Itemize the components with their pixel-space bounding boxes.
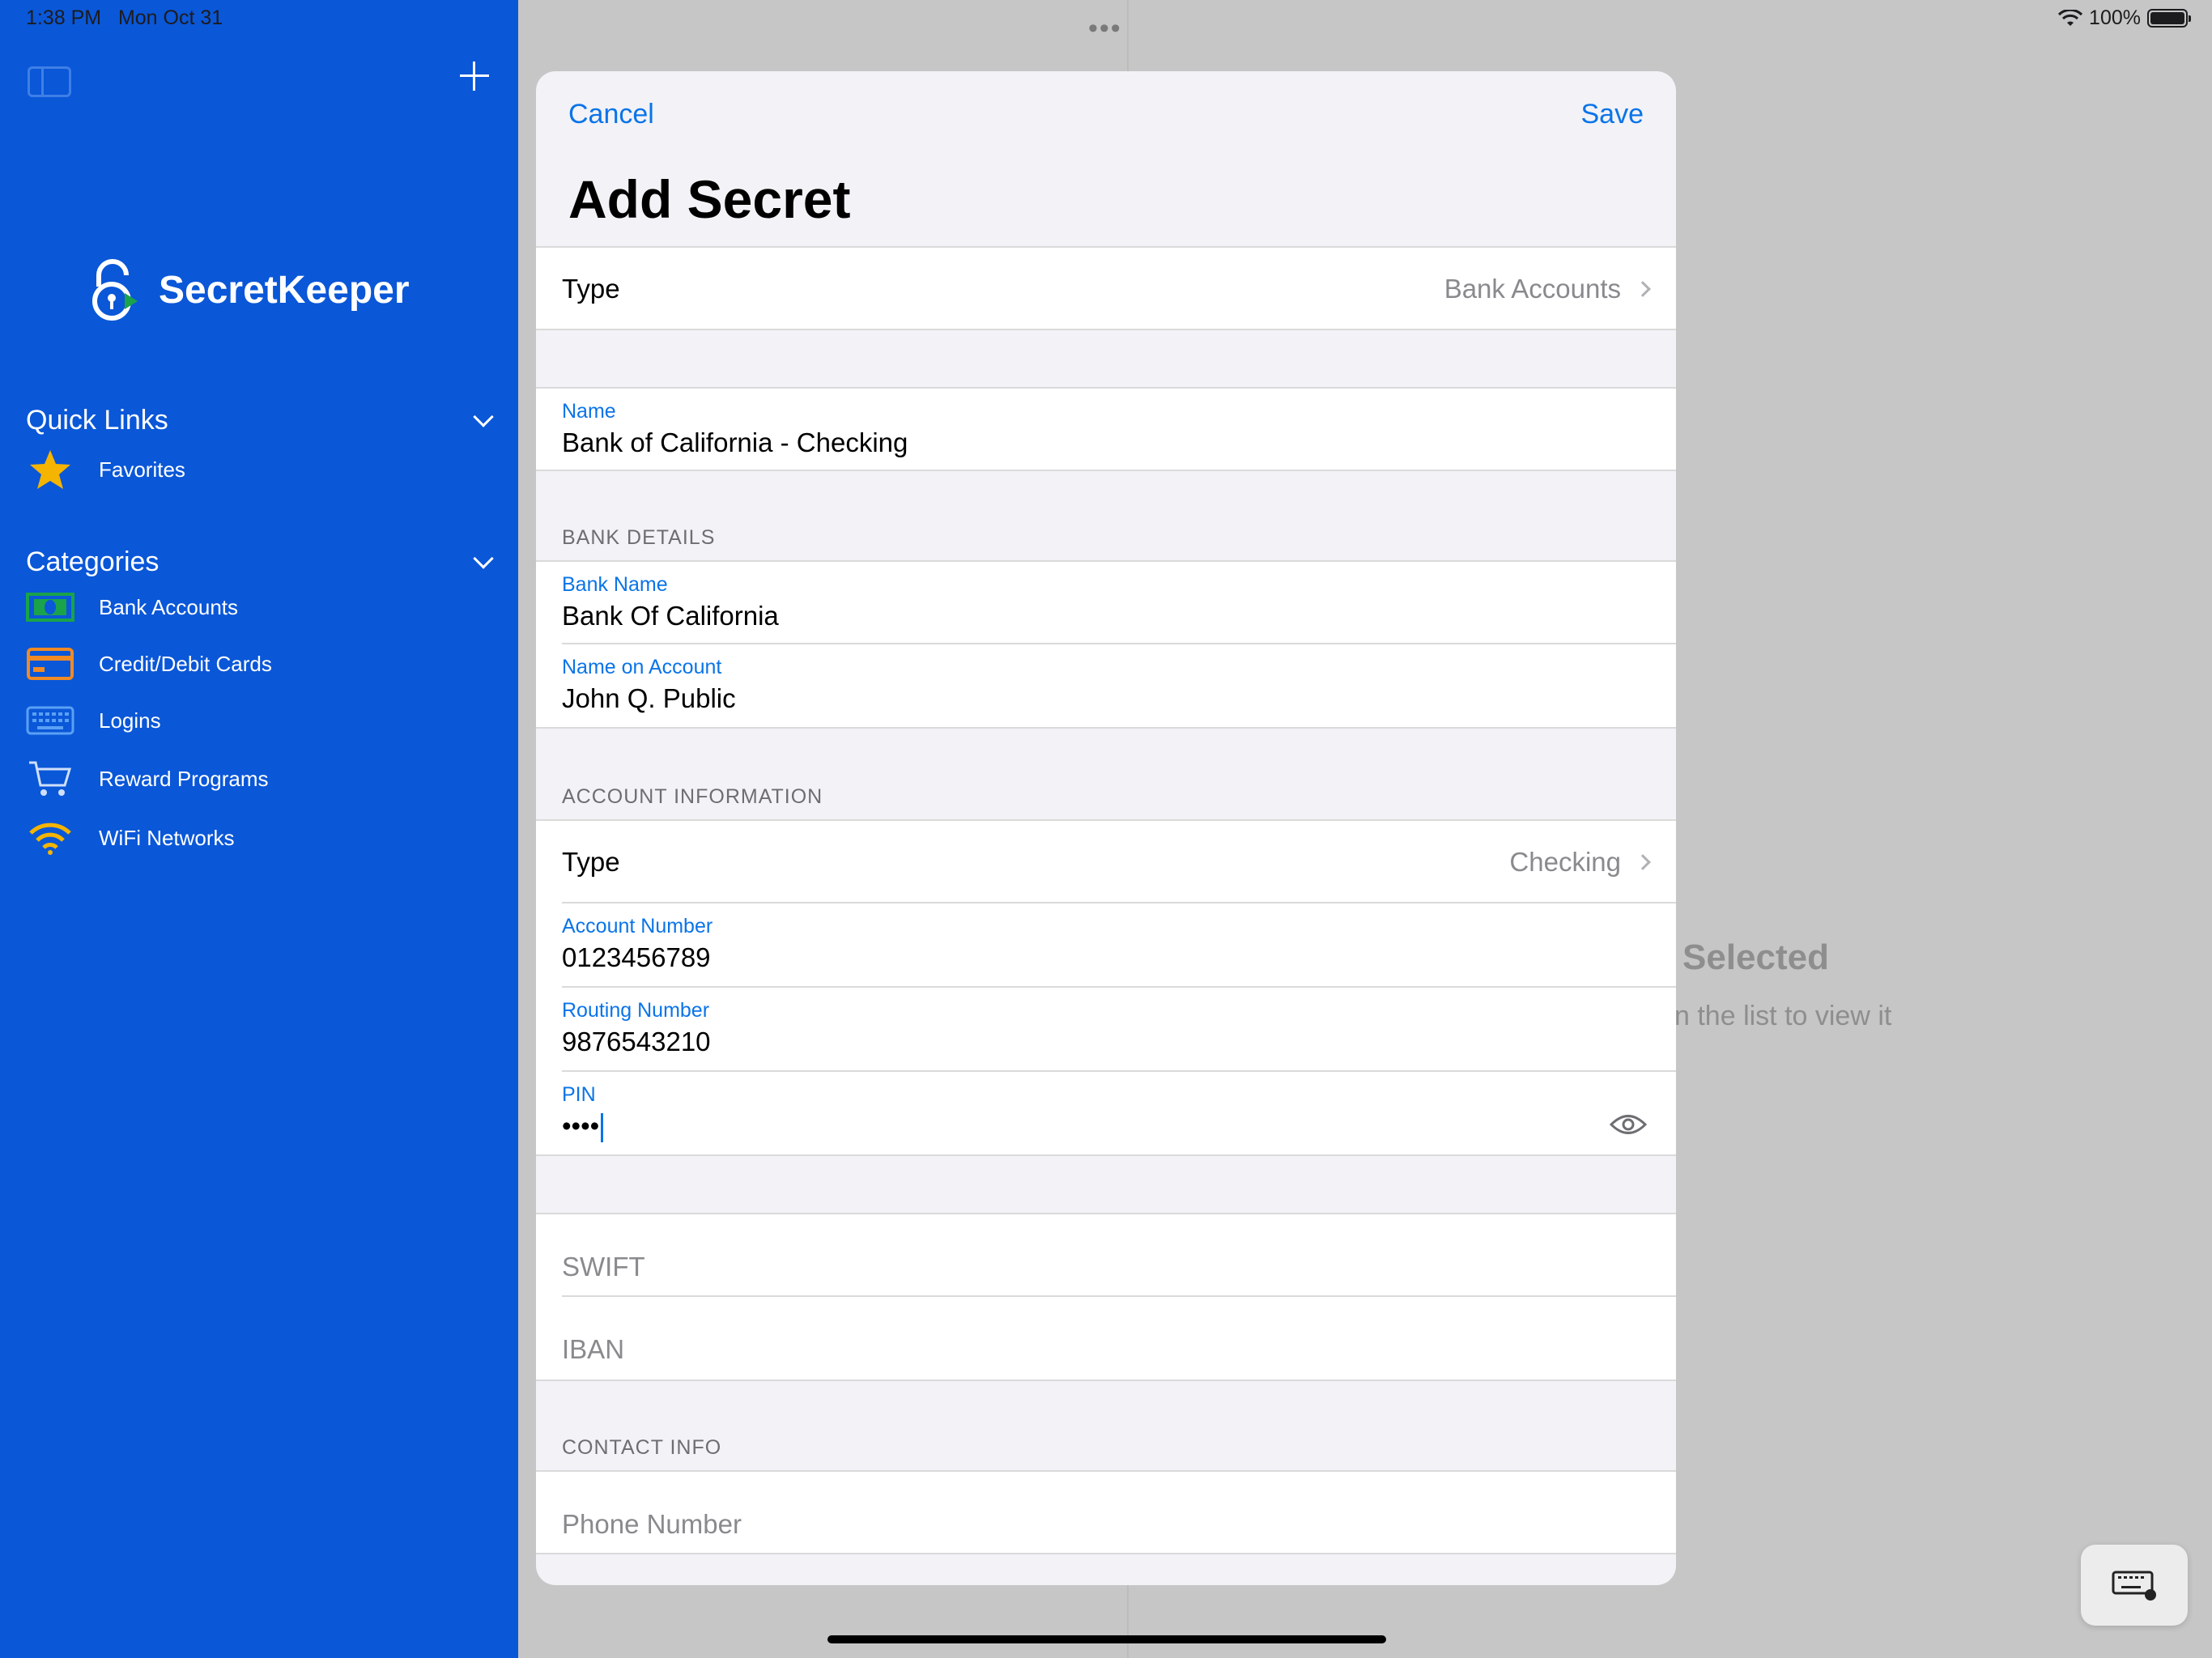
credit-card-icon [26,646,74,682]
text-cursor [601,1113,604,1143]
banknote-icon [26,589,74,625]
name-on-account-field[interactable]: Name on Account John Q. Public [536,644,1676,729]
bank-name-value[interactable]: Bank Of California [562,601,779,631]
cart-icon [26,761,74,797]
bank-details-header: BANK DETAILS [562,526,716,549]
routing-number-value[interactable]: 9876543210 [562,1027,711,1057]
page-title: Add Secret [568,169,851,229]
lock-icon [92,259,138,321]
pin-caption: PIN [562,1083,596,1106]
status-time: 1:38 PM Mon Oct 31 [26,6,223,29]
save-button[interactable]: Save [1581,99,1644,130]
app-name: SecretKeeper [159,268,410,312]
sidebar: SecretKeeper Quick Links Favorites Categ… [0,0,518,1658]
quick-links-header[interactable]: Quick Links [26,405,496,436]
categories-title: Categories [26,546,160,577]
keyboard-toggle-button[interactable] [2081,1545,2188,1626]
wifi-status-icon [2058,9,2083,26]
name-field[interactable]: Name Bank of California - Checking [536,387,1676,471]
star-icon [26,450,74,489]
pin-field[interactable]: PIN •••• [536,1072,1676,1156]
bank-name-field[interactable]: Bank Name Bank Of California [536,560,1676,644]
multitasking-dots-icon[interactable]: ••• [1088,13,1122,45]
wifi-icon [26,820,74,856]
cancel-button[interactable]: Cancel [568,99,654,130]
home-indicator[interactable] [827,1635,1386,1643]
add-secret-sheet: Cancel Save Add Secret Type Bank Account… [536,71,1676,1585]
account-type-picker-row[interactable]: Type Checking [536,819,1676,903]
iban-field[interactable]: IBAN [536,1297,1676,1381]
sidebar-item-logins[interactable]: Logins [26,703,161,738]
account-type-value: Checking [1509,847,1621,877]
sidebar-item-credit-debit-cards[interactable]: Credit/Debit Cards [26,646,272,682]
empty-state-title: Selected [1682,937,1829,977]
sidebar-item-label: Reward Programs [99,766,269,791]
chevron-down-icon [473,547,494,569]
keyboard-dismiss-icon [2112,1571,2156,1601]
swift-field[interactable]: SWIFT [536,1213,1676,1297]
app-logo: SecretKeeper [91,257,410,322]
phone-number-placeholder: Phone Number [562,1509,742,1539]
account-information-header: ACCOUNT INFORMATION [562,785,823,808]
keyboard-icon [26,703,74,738]
categories-header[interactable]: Categories [26,546,496,578]
phone-number-field[interactable]: Phone Number [536,1470,1676,1554]
account-number-caption: Account Number [562,915,713,937]
contact-info-header: CONTACT INFO [562,1436,722,1459]
iban-placeholder: IBAN [562,1334,625,1364]
bank-name-caption: Bank Name [562,573,668,596]
name-value[interactable]: Bank of California - Checking [562,427,908,458]
routing-number-caption: Routing Number [562,999,710,1022]
chevron-right-icon [1635,281,1651,297]
battery-percent: 100% [2089,6,2141,29]
name-on-account-value[interactable]: John Q. Public [562,683,736,714]
eye-icon[interactable] [1609,1112,1648,1141]
swift-placeholder: SWIFT [562,1252,645,1282]
sidebar-item-label: Credit/Debit Cards [99,651,272,676]
routing-number-field[interactable]: Routing Number 9876543210 [536,988,1676,1072]
sidebar-toggle-icon[interactable] [28,66,71,97]
account-type-label: Type [562,847,620,877]
add-button[interactable] [458,60,491,92]
name-caption: Name [562,400,616,423]
pin-value: •••• [562,1111,600,1141]
account-number-value[interactable]: 0123456789 [562,942,711,973]
type-label: Type [562,274,620,304]
account-number-field[interactable]: Account Number 0123456789 [536,903,1676,988]
chevron-right-icon [1635,854,1651,870]
sidebar-item-reward-programs[interactable]: Reward Programs [26,761,269,797]
sidebar-item-wifi-networks[interactable]: WiFi Networks [26,820,235,856]
type-value: Bank Accounts [1444,274,1621,304]
pin-input[interactable]: •••• [562,1111,604,1143]
battery-icon [2147,9,2191,28]
sidebar-item-bank-accounts[interactable]: Bank Accounts [26,589,238,625]
type-picker-row[interactable]: Type Bank Accounts [536,246,1676,330]
sidebar-item-favorites[interactable]: Favorites [26,450,185,489]
sidebar-item-label: Bank Accounts [99,594,238,619]
sidebar-item-label: Logins [99,708,161,733]
status-indicators: 100% [2058,6,2191,30]
quick-links-title: Quick Links [26,405,168,436]
empty-state-subtitle: n the list to view it [1674,1001,1892,1031]
sidebar-item-label: Favorites [99,457,185,482]
name-on-account-caption: Name on Account [562,656,722,678]
chevron-down-icon [473,406,494,427]
sidebar-item-label: WiFi Networks [99,825,235,850]
